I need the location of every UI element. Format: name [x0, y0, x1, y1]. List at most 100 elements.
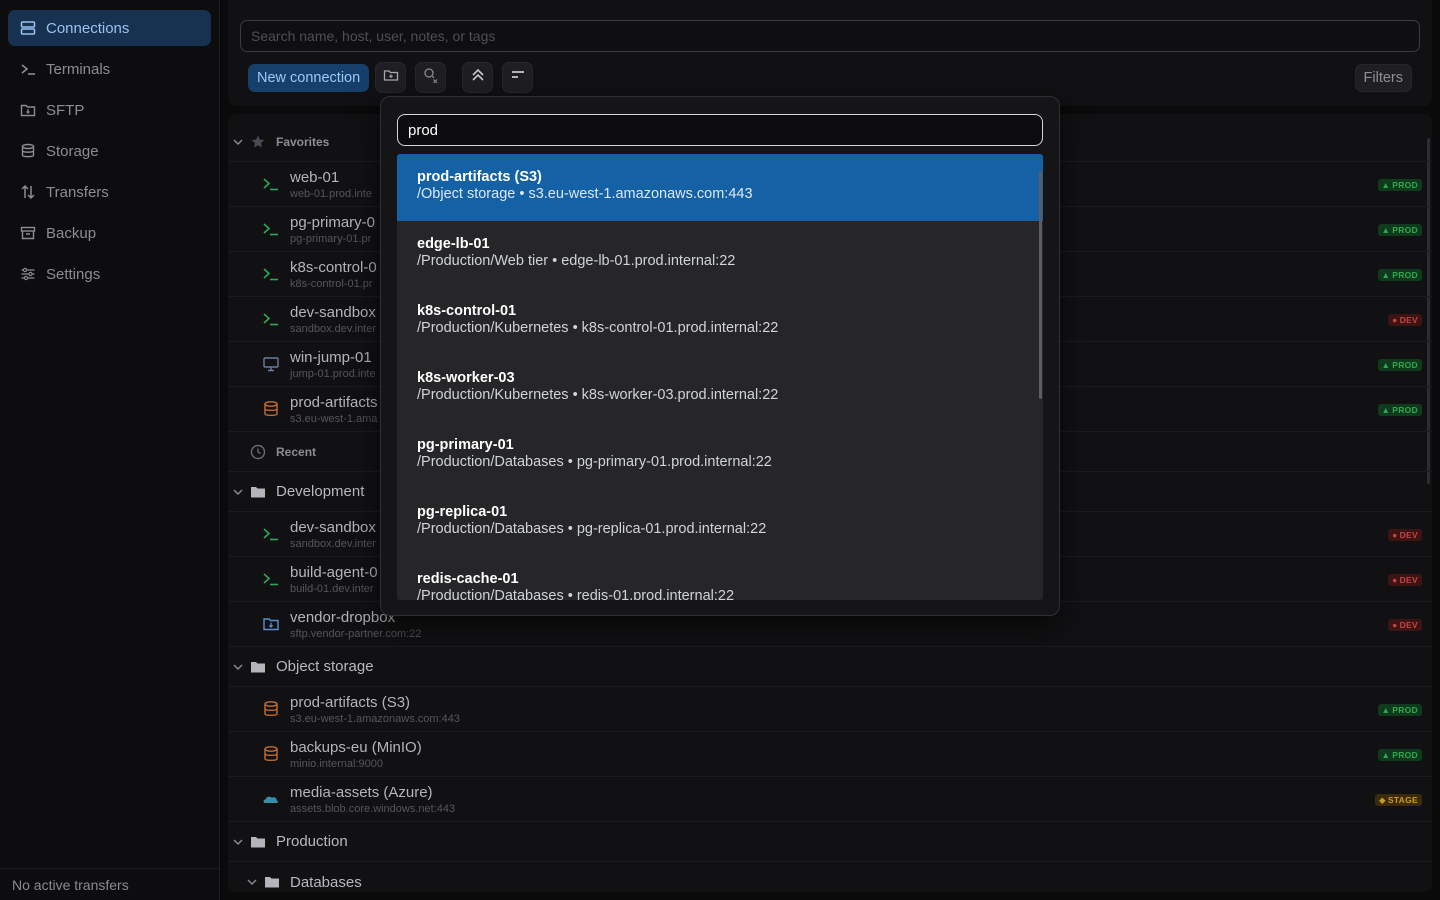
result-title: pg-replica-01	[417, 504, 508, 520]
result-path: /Production/Web tier • edge-lb-01.prod.i…	[417, 253, 736, 269]
sidebar-item-label: Connections	[46, 19, 130, 37]
result-path: /Production/Databases • pg-replica-01.pr…	[417, 521, 767, 537]
search-result[interactable]: prod-artifacts (S3)/Object storage • s3.…	[397, 154, 1043, 221]
sliders-icon	[20, 266, 36, 282]
sidebar-item-label: Storage	[46, 142, 99, 160]
result-path: /Production/Databases • pg-primary-01.pr…	[417, 454, 772, 470]
badge-symbol-icon: ◆	[1379, 794, 1386, 805]
chevron-down-icon	[233, 664, 243, 670]
monitor-icon	[262, 355, 280, 373]
clear-search-button[interactable]	[415, 62, 446, 93]
new-connection-button[interactable]: New connection	[248, 64, 370, 92]
env-badge: ▲ PROD	[1377, 224, 1422, 236]
chevron-down-icon	[233, 489, 243, 495]
search-result[interactable]: k8s-control-01/Production/Kubernetes • k…	[397, 288, 1043, 355]
results-scrollbar[interactable]	[1039, 171, 1042, 399]
folder-plus-icon	[383, 67, 399, 88]
connection-name: pg-primary-0	[290, 214, 376, 231]
connection-host: jump-01.prod.inte	[290, 368, 376, 380]
sidebar-item-label: Backup	[46, 224, 97, 242]
sidebar-item-label: Transfers	[46, 183, 109, 201]
terminal-icon	[262, 525, 280, 543]
result-title: k8s-worker-03	[417, 370, 515, 386]
chevron-down-icon	[233, 839, 243, 845]
quick-search-input[interactable]	[397, 114, 1043, 146]
badge-label: PROD	[1392, 705, 1418, 715]
badge-symbol-icon: ▲	[1381, 270, 1391, 280]
badge-label: PROD	[1392, 750, 1418, 760]
badge-label: PROD	[1392, 270, 1418, 280]
connection-host: sftp.vendor-partner.com:22	[290, 628, 422, 640]
sidebar-item-terminals[interactable]: Terminals	[8, 51, 211, 87]
terminal-icon	[262, 175, 280, 193]
env-badge: ● DEV	[1388, 314, 1422, 326]
connection-name: build-agent-0	[290, 564, 378, 581]
group-label: Object storage	[276, 658, 374, 675]
env-badge: ● DEV	[1388, 619, 1422, 631]
badge-symbol-icon: ●	[1392, 315, 1398, 325]
result-path: /Production/Kubernetes • k8s-worker-03.p…	[417, 387, 779, 403]
sidebar-item-transfers[interactable]: Transfers	[8, 174, 211, 210]
badge-label: DEV	[1399, 530, 1418, 540]
sort-button[interactable]	[502, 62, 533, 93]
connection-host: s3.eu-west-1.ama	[290, 413, 378, 425]
env-badge: ● DEV	[1388, 529, 1422, 541]
archive-icon	[20, 225, 36, 241]
env-badge: ▲ PROD	[1377, 749, 1422, 761]
connection-row[interactable]: media-assets (Azure) assets.blob.core.win…	[228, 777, 1432, 822]
search-result[interactable]: redis-cache-01/Production/Databases • re…	[397, 556, 1043, 600]
sidebar-item-settings[interactable]: Settings	[8, 256, 211, 292]
search-input[interactable]	[240, 20, 1420, 52]
sort-lines-icon	[510, 67, 526, 88]
new-folder-button[interactable]	[375, 62, 406, 93]
folder-icon	[265, 877, 279, 888]
result-title: k8s-control-01	[417, 303, 517, 319]
search-result[interactable]: pg-replica-01/Production/Databases • pg-…	[397, 489, 1043, 556]
connection-host: pg-primary-01.pr	[290, 233, 372, 245]
badge-symbol-icon: ▲	[1381, 225, 1391, 235]
group-label: Development	[276, 483, 365, 500]
result-path: /Object storage • s3.eu-west-1.amazonaws…	[417, 186, 753, 202]
sidebar-item-storage[interactable]: Storage	[8, 133, 211, 169]
search-clear-icon	[423, 67, 439, 88]
terminal-icon	[262, 310, 280, 328]
connection-row[interactable]: prod-artifacts (S3) s3.eu-west-1.amazonaw…	[228, 687, 1432, 732]
database-icon	[20, 143, 36, 159]
group-object-storage[interactable]: Object storage	[228, 647, 1432, 687]
badge-label: PROD	[1392, 360, 1418, 370]
badge-symbol-icon: ●	[1392, 620, 1398, 630]
server-icon	[20, 20, 36, 36]
connection-name: vendor-dropbox	[290, 609, 396, 626]
badge-label: STAGE	[1387, 795, 1418, 805]
transfer-status: No active transfers	[0, 868, 219, 900]
sidebar-item-connections[interactable]: Connections	[8, 10, 211, 46]
transfer-arrows-icon	[20, 184, 36, 200]
search-result[interactable]: k8s-worker-03/Production/Kubernetes • k8…	[397, 355, 1043, 422]
connection-name: dev-sandbox	[290, 519, 376, 536]
terminal-icon	[262, 570, 280, 588]
sidebar-item-sftp[interactable]: SFTP	[8, 92, 211, 128]
env-badge: ▲ PROD	[1377, 404, 1422, 416]
database-icon	[262, 400, 280, 418]
collapse-all-button[interactable]	[462, 62, 493, 93]
search-result[interactable]: edge-lb-01/Production/Web tier • edge-lb…	[397, 221, 1043, 288]
connection-host: sandbox.dev.inter	[290, 538, 377, 550]
result-title: edge-lb-01	[417, 236, 490, 252]
sidebar-item-backup[interactable]: Backup	[8, 215, 211, 251]
chevrons-up-icon	[470, 67, 486, 88]
terminal-icon	[262, 220, 280, 238]
group-production[interactable]: Production	[228, 822, 1432, 862]
connection-host: assets.blob.core.windows.net:443	[290, 803, 456, 815]
folder-icon	[251, 486, 265, 497]
chevron-down-icon	[233, 139, 243, 145]
sidebar-item-label: SFTP	[46, 101, 85, 119]
connection-host: build-01.dev.inter	[290, 583, 374, 595]
connection-row[interactable]: backups-eu (MinIO) minio.internal:9000 ▲ PR…	[228, 732, 1432, 777]
group-databases[interactable]: Databases	[228, 862, 1432, 892]
badge-label: PROD	[1392, 180, 1418, 190]
search-result[interactable]: pg-primary-01/Production/Databases • pg-…	[397, 422, 1043, 489]
filters-button[interactable]: Filters	[1354, 64, 1412, 92]
database-icon	[262, 745, 280, 763]
badge-label: DEV	[1399, 575, 1418, 585]
badge-label: DEV	[1399, 620, 1418, 630]
